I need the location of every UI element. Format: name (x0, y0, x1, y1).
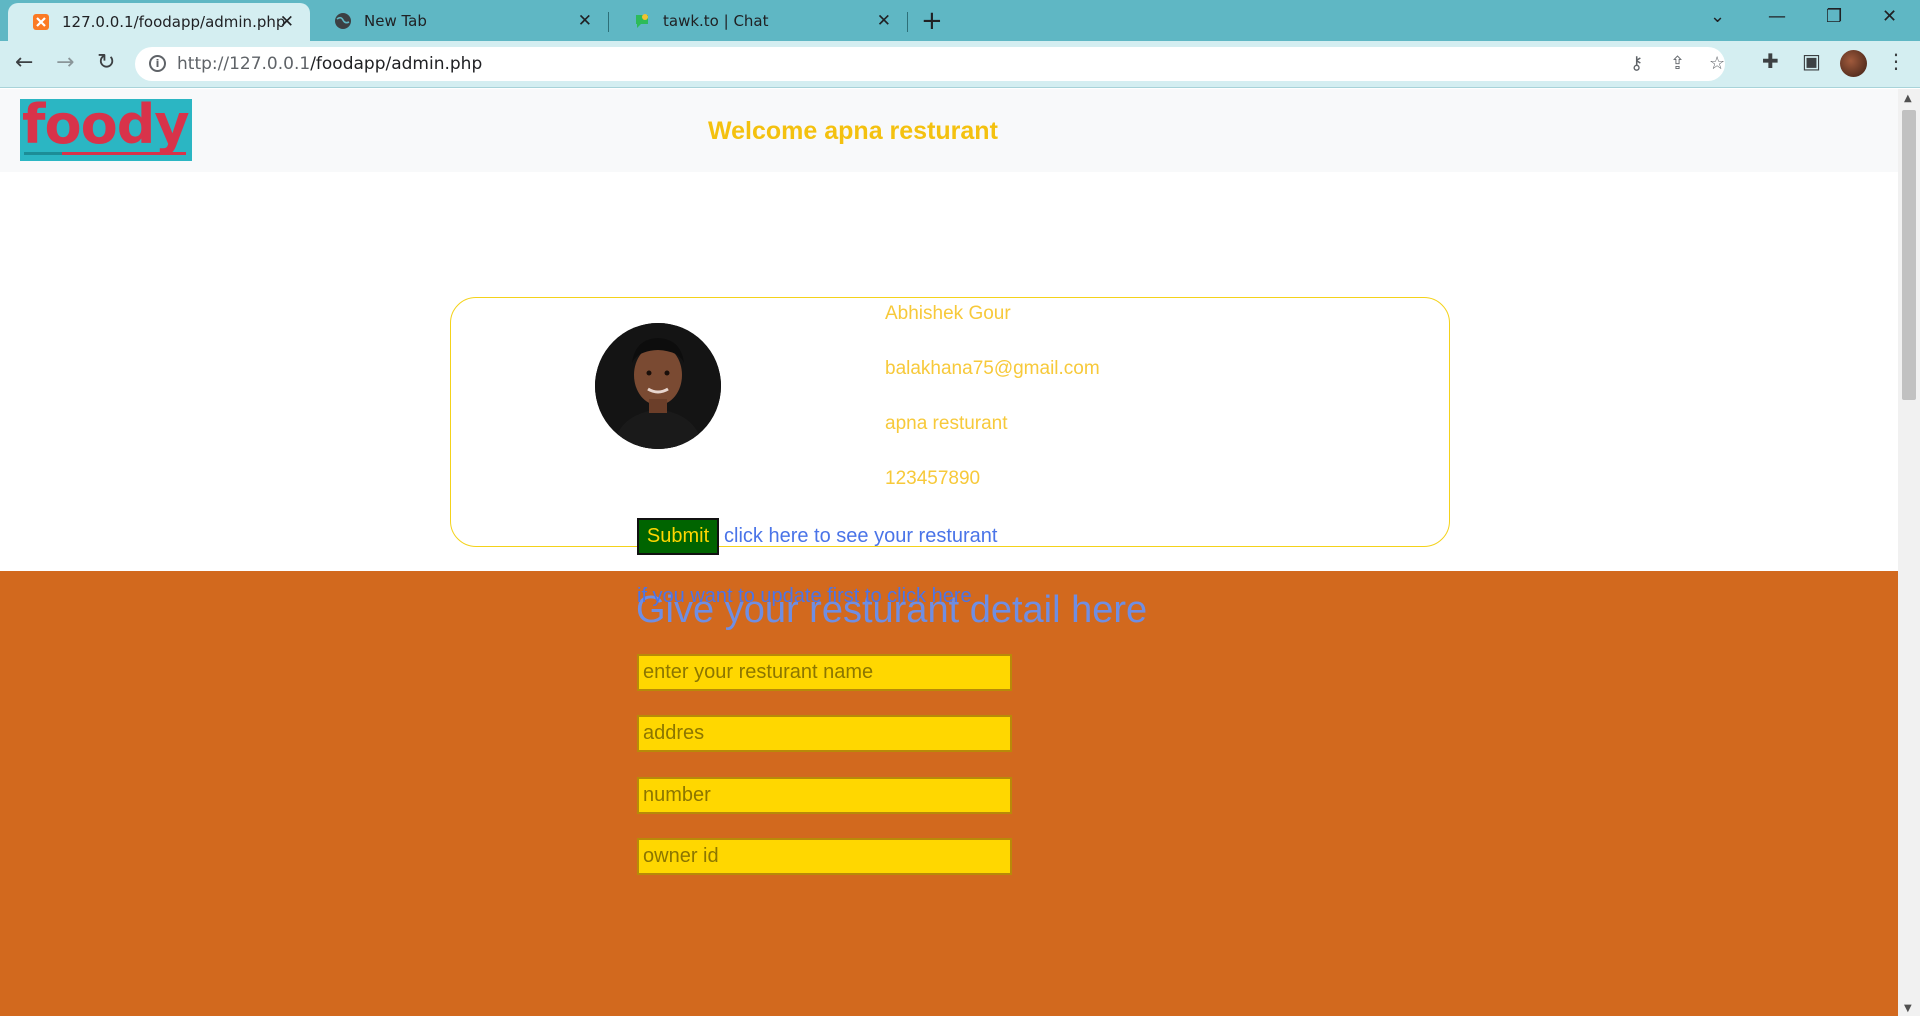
tab-title: 127.0.0.1/foodapp/admin.php (62, 13, 286, 31)
scrollbar-thumb[interactable] (1902, 110, 1916, 400)
browser-toolbar: ← → ↻ i http://127.0.0.1/foodapp/admin.p… (0, 41, 1920, 88)
tab-title: New Tab (364, 11, 427, 30)
tab-tawk-chat[interactable]: tawk.to | Chat ✕ (609, 0, 907, 41)
share-icon[interactable]: ⇪ (1670, 53, 1685, 74)
site-info-icon[interactable]: i (149, 55, 166, 72)
tab-admin[interactable]: 127.0.0.1/foodapp/admin.php ✕ (8, 3, 310, 41)
restore-icon[interactable]: ❐ (1826, 6, 1842, 27)
close-window-icon[interactable]: ✕ (1882, 6, 1897, 27)
tab-search-chevron-icon[interactable]: ⌄ (1710, 6, 1725, 27)
page-scrollbar[interactable]: ▲ ▼ (1898, 89, 1920, 1016)
tawk-icon (633, 12, 651, 30)
extensions-puzzle-icon[interactable]: ✚ (1762, 49, 1779, 73)
input-placeholder: enter your resturant name (643, 661, 874, 683)
forward-arrow-icon[interactable]: → (56, 51, 74, 75)
side-panel-icon[interactable]: ▣ (1802, 49, 1821, 73)
logo-text: foody (22, 99, 190, 156)
profile-restaurant: apna resturant (885, 413, 1008, 434)
profile-name: Abhishek Gour (885, 303, 1011, 324)
tab-new-tab[interactable]: New Tab ✕ (310, 0, 608, 41)
number-input[interactable]: number (637, 777, 1012, 814)
site-header: foody Welcome apna resturant (0, 89, 1898, 172)
close-tab-icon[interactable]: ✕ (877, 11, 891, 31)
key-icon[interactable]: ⚷ (1630, 53, 1643, 74)
profile-email: balakhana75@gmail.com (885, 358, 1100, 379)
tab-title: tawk.to | Chat (663, 11, 769, 30)
page-viewport: foody Welcome apna resturant Abhishek Go… (0, 89, 1898, 1016)
avatar (595, 323, 721, 449)
scroll-down-arrow-icon[interactable]: ▼ (1904, 1003, 1912, 1014)
back-arrow-icon[interactable]: ← (15, 51, 33, 75)
bookmark-star-icon[interactable]: ☆ (1709, 53, 1725, 74)
input-placeholder: number (643, 784, 711, 806)
update-link[interactable]: if you want to update first to click her… (637, 585, 972, 608)
welcome-heading: Welcome apna resturant (708, 117, 998, 145)
new-tab-plus-icon[interactable]: + (921, 8, 943, 34)
globe-icon (334, 12, 352, 30)
logo-underline (62, 152, 186, 155)
reload-icon[interactable]: ↻ (97, 51, 115, 75)
foody-logo[interactable]: foody (20, 99, 192, 161)
address-bar[interactable]: i http://127.0.0.1/foodapp/admin.php ⚷ ⇪… (135, 47, 1725, 81)
browser-tab-bar: 127.0.0.1/foodapp/admin.php ✕ New Tab ✕ … (0, 0, 1920, 41)
owner-id-input[interactable]: owner id (637, 838, 1012, 875)
restaurant-detail-section: Give your resturant detail here enter yo… (0, 571, 1898, 1016)
tab-separator (907, 12, 908, 32)
input-placeholder: addres (643, 722, 705, 744)
scroll-up-arrow-icon[interactable]: ▲ (1904, 93, 1912, 104)
profile-avatar-icon[interactable] (1840, 50, 1867, 77)
minimize-icon[interactable]: — (1768, 6, 1786, 27)
url-path: /foodapp/admin.php (310, 54, 483, 74)
xampp-icon (32, 13, 50, 31)
input-placeholder: owner id (643, 845, 719, 867)
logo-underline (24, 152, 62, 155)
close-tab-icon[interactable]: ✕ (578, 11, 592, 31)
url-host: http://127.0.0.1 (177, 54, 311, 74)
menu-kebab-icon[interactable]: ⋮ (1886, 49, 1906, 73)
url-text[interactable]: http://127.0.0.1/foodapp/admin.php (177, 54, 482, 74)
address-input[interactable]: addres (637, 715, 1012, 752)
profile-phone: 123457890 (885, 468, 981, 489)
submit-button[interactable]: Submit (637, 518, 719, 555)
close-tab-icon[interactable]: ✕ (280, 12, 294, 32)
see-resturant-link[interactable]: click here to see your resturant (724, 525, 997, 548)
restaurant-name-input[interactable]: enter your resturant name (637, 654, 1012, 691)
